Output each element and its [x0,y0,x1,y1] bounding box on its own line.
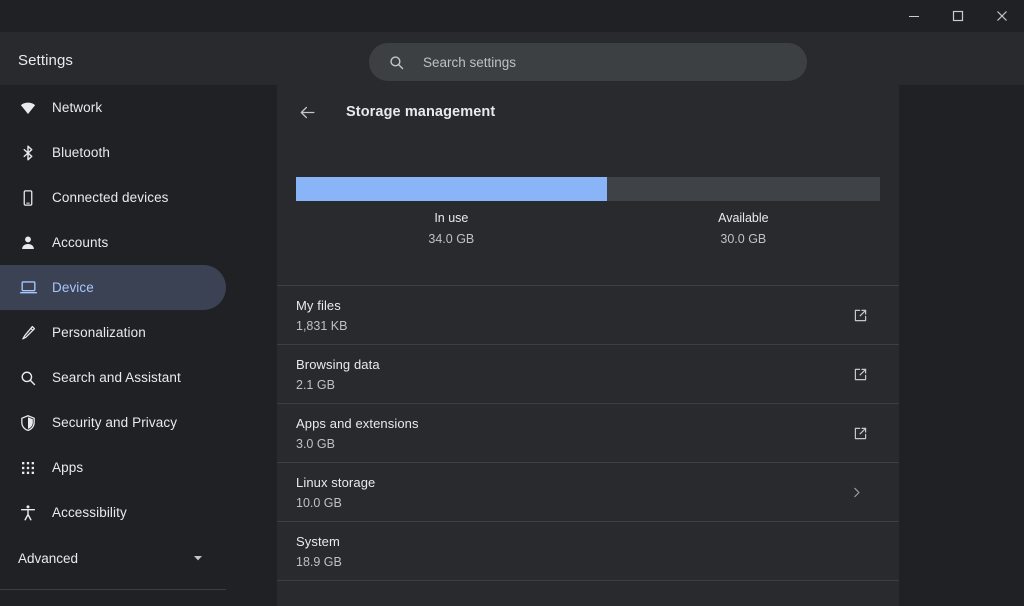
wifi-icon [18,98,38,118]
row-size: 18.9 GB [296,555,342,569]
row-size: 2.1 GB [296,378,380,392]
sidebar-item-label: Network [52,100,102,115]
brush-icon [18,323,38,343]
sidebar-item-device[interactable]: Device [0,265,226,310]
sidebar-item-label: Search and Assistant [52,370,181,385]
search-icon [18,368,38,388]
legend-in-use: In use 34.0 GB [428,211,474,246]
sidebar-divider [0,589,226,590]
sidebar-item-personalization[interactable]: Personalization [0,310,226,355]
sidebar-item-label: Connected devices [52,190,169,205]
sidebar-item-label: Apps [52,460,83,475]
table-row-partial[interactable] [277,580,899,606]
sidebar-advanced-label: Advanced [18,551,78,566]
legend-available: Available 30.0 GB [718,211,769,246]
page-header: Storage management [277,85,899,139]
sidebar-item-label: Bluetooth [52,145,110,160]
row-label: My files [296,298,347,313]
row-label: Browsing data [296,357,380,372]
row-text-group: Apps and extensions 3.0 GB [296,416,419,451]
sidebar-item-label: Device [52,280,94,295]
bluetooth-icon [18,143,38,163]
row-text-group: My files 1,831 KB [296,298,347,333]
chevron-down-icon [192,552,204,564]
table-row[interactable]: Apps and extensions 3.0 GB [277,403,899,462]
shield-icon [18,413,38,433]
legend-label: In use [428,211,474,225]
row-label: Apps and extensions [296,416,419,431]
chevron-right-icon[interactable] [843,479,869,505]
window-titlebar [0,0,1024,32]
row-size: 10.0 GB [296,496,375,510]
table-row[interactable]: Linux storage 10.0 GB [277,462,899,521]
row-size: 3.0 GB [296,437,419,451]
settings-window: Settings Network [0,0,1024,606]
arrow-back-icon[interactable] [296,101,318,123]
page-title: Storage management [346,104,495,120]
app-title: Settings [18,52,73,69]
storage-items-list: My files 1,831 KB Browsing data 2.1 GB [277,285,899,606]
open-in-new-icon[interactable] [847,302,873,328]
storage-management-panel: Storage management In use 34.0 GB Availa… [277,85,899,606]
sidebar-advanced-toggle[interactable]: Advanced [0,535,226,581]
open-in-new-icon[interactable] [847,420,873,446]
legend-label: Available [718,211,769,225]
close-button[interactable] [980,0,1024,32]
legend-value: 30.0 GB [718,232,769,246]
grid-apps-icon [18,458,38,478]
search-input[interactable] [423,55,807,70]
close-icon [996,10,1008,22]
sidebar-item-accounts[interactable]: Accounts [0,220,226,265]
settings-topbar: Settings [0,32,1024,85]
storage-bar-used-segment [296,177,607,201]
sidebar-item-label: Security and Privacy [52,415,177,430]
row-text-group: System 18.9 GB [296,534,342,569]
storage-bar-section: In use 34.0 GB Available 30.0 GB [277,139,899,263]
row-text-group: Linux storage 10.0 GB [296,475,375,510]
sidebar-item-bluetooth[interactable]: Bluetooth [0,130,226,175]
table-row[interactable]: Browsing data 2.1 GB [277,344,899,403]
sidebar-item-apps[interactable]: Apps [0,445,226,490]
maximize-icon [952,10,964,22]
sidebar-item-connected-devices[interactable]: Connected devices [0,175,226,220]
sidebar-item-accessibility[interactable]: Accessibility [0,490,226,535]
accessibility-icon [18,503,38,523]
settings-sidebar: Network Bluetooth Connected devices [0,85,232,606]
minimize-icon [908,10,920,22]
table-row[interactable]: My files 1,831 KB [277,285,899,344]
row-label: System [296,534,342,549]
search-icon [387,53,405,71]
sidebar-item-search-and-assistant[interactable]: Search and Assistant [0,355,226,400]
sidebar-item-label: Accessibility [52,505,127,520]
search-box[interactable] [369,43,807,81]
person-icon [18,233,38,253]
sidebar-item-label: Personalization [52,325,146,340]
minimize-button[interactable] [892,0,936,32]
row-size: 1,831 KB [296,319,347,333]
storage-usage-bar [296,177,880,201]
row-label: Linux storage [296,475,375,490]
phone-icon [18,188,38,208]
sidebar-item-security-and-privacy[interactable]: Security and Privacy [0,400,226,445]
open-in-new-icon[interactable] [847,361,873,387]
sidebar-item-network[interactable]: Network [0,85,226,130]
maximize-button[interactable] [936,0,980,32]
table-row[interactable]: System 18.9 GB [277,521,899,580]
sidebar-item-label: Accounts [52,235,108,250]
legend-value: 34.0 GB [428,232,474,246]
storage-bar-legend: In use 34.0 GB Available 30.0 GB [296,211,880,263]
row-text-group: Browsing data 2.1 GB [296,357,380,392]
laptop-icon [18,278,38,298]
